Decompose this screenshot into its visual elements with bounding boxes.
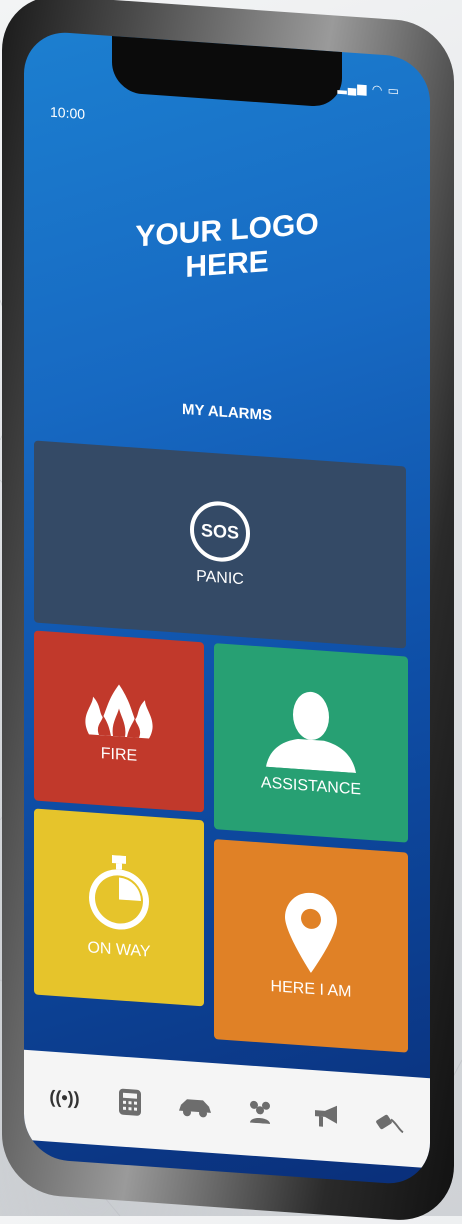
car-icon (178, 1099, 211, 1118)
tab-announcements[interactable] (307, 1097, 343, 1136)
here-i-am-alarm-tile[interactable]: HERE I AM (214, 839, 408, 1053)
fire-label: FIRE (100, 745, 138, 765)
panic-alarm-tile[interactable]: SOS PANIC (34, 440, 406, 649)
status-icons: ▂▄▆ ◠ ▭ (338, 80, 400, 98)
on-way-alarm-tile[interactable]: ON WAY (34, 808, 204, 1007)
section-title: MY ALARMS (182, 400, 272, 425)
panic-label: PANIC (196, 567, 244, 589)
tab-alarms[interactable]: ((•)) (47, 1078, 83, 1117)
person-icon (266, 691, 356, 774)
tab-group[interactable] (242, 1092, 278, 1131)
on-way-label: ON WAY (87, 939, 151, 961)
tab-calculator[interactable] (112, 1083, 148, 1122)
battery-icon: ▭ (387, 83, 400, 99)
fire-alarm-tile[interactable]: FIRE (34, 630, 204, 813)
here-i-am-label: HERE I AM (270, 978, 352, 1001)
assistance-alarm-tile[interactable]: ASSISTANCE (214, 643, 408, 843)
app-screen: 10:00 ▂▄▆ ◠ ▭ YOUR LOGO HERE MY ALARMS S… (24, 29, 430, 1187)
signal-icon: ▂▄▆ (337, 79, 368, 96)
phone-mockup: 10:00 ▂▄▆ ◠ ▭ YOUR LOGO HERE MY ALARMS S… (2, 0, 454, 1224)
app-logo: YOUR LOGO HERE (24, 200, 430, 297)
bottom-tab-bar: ((•)) (24, 1049, 430, 1169)
location-pin-icon (285, 892, 337, 973)
tab-vehicle[interactable] (177, 1087, 213, 1126)
assistance-label: ASSISTANCE (260, 774, 362, 799)
sos-icon: SOS (190, 499, 250, 564)
alarm-broadcast-icon: ((•)) (49, 1086, 80, 1109)
group-icon (249, 1100, 270, 1124)
calculator-icon (118, 1088, 141, 1116)
status-time: 10:00 (50, 103, 86, 123)
tab-device[interactable] (372, 1101, 408, 1140)
stopwatch-icon (89, 854, 149, 930)
megaphone-icon (314, 1105, 337, 1127)
fire-icon (85, 684, 153, 739)
wifi-icon: ◠ (371, 82, 384, 97)
plug-icon (375, 1114, 404, 1134)
